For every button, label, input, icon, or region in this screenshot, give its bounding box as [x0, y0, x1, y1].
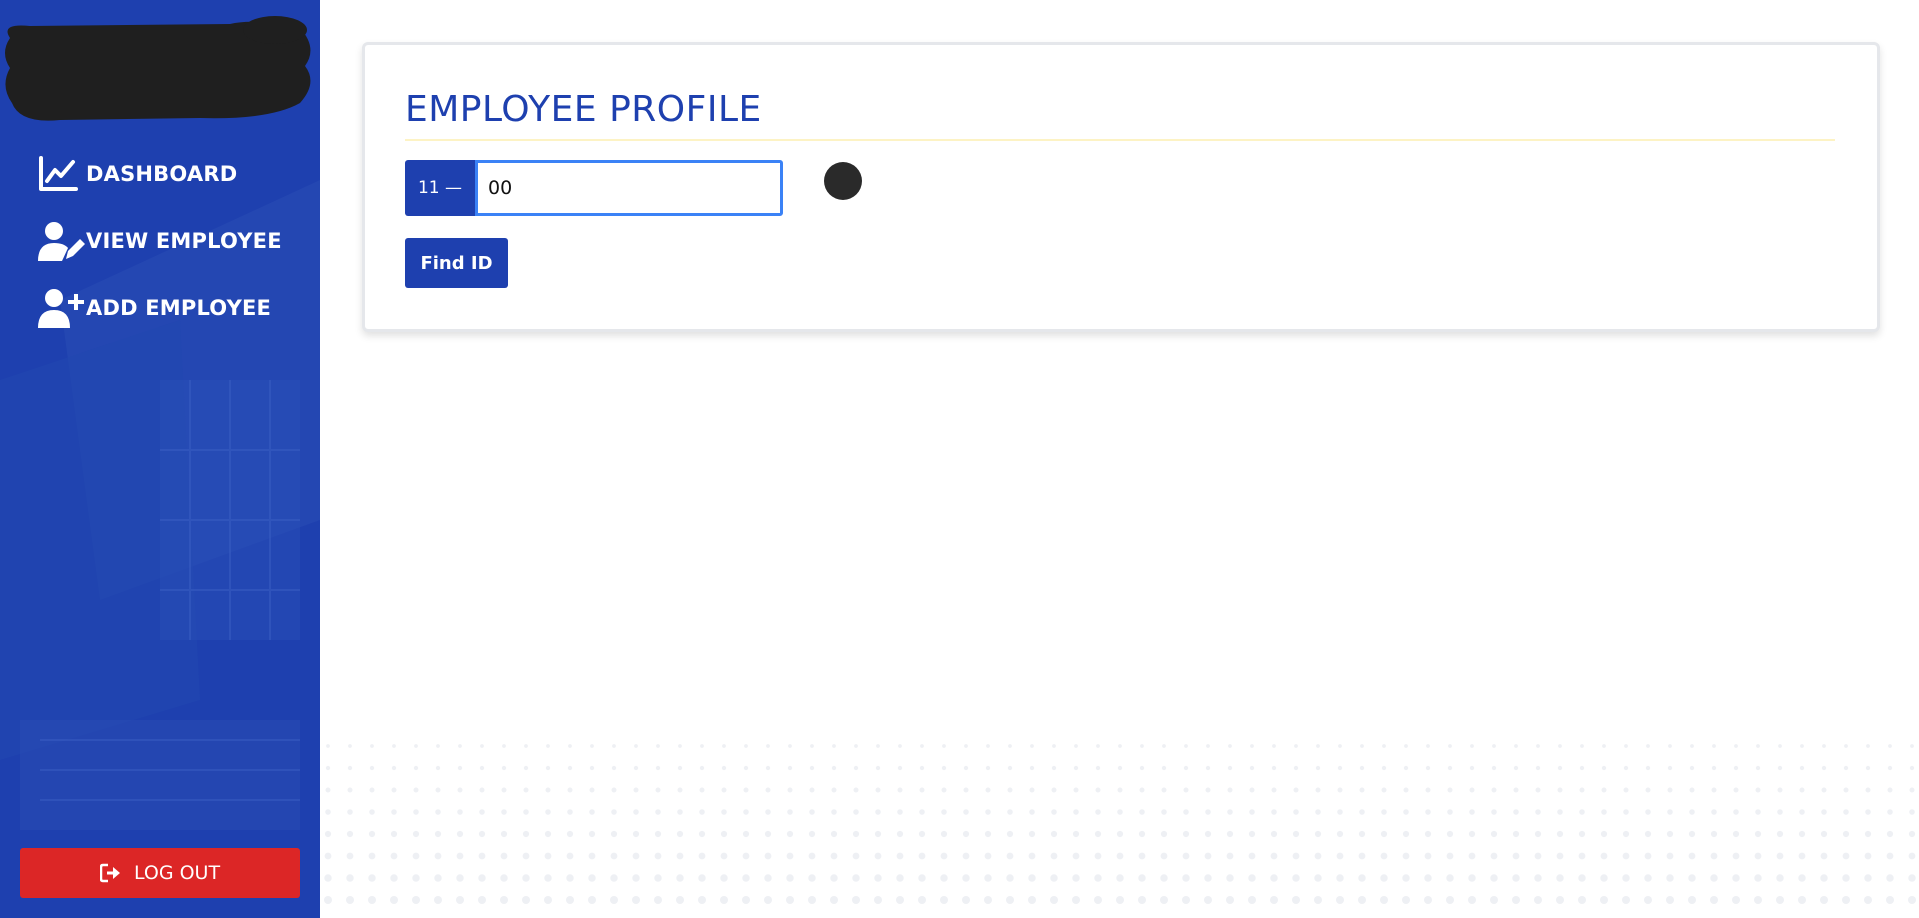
sign-out-icon [99, 863, 122, 883]
employee-id-group: 11 — [405, 160, 783, 216]
main-content: EMPLOYEE PROFILE 11 — Find ID [320, 0, 1919, 918]
employee-id-prefix: 11 — [405, 160, 475, 216]
sidebar-background-image [0, 0, 320, 918]
sidebar-item-label: VIEW EMPLOYEE [86, 229, 282, 253]
page-title: EMPLOYEE PROFILE [405, 89, 762, 130]
user-edit-icon [38, 221, 86, 261]
sidebar-item-dashboard[interactable]: DASHBOARD [38, 152, 308, 196]
sidebar-nav: DASHBOARD VIEW EMPLOYEE ADD EMPLOYEE [38, 152, 308, 353]
title-divider [405, 139, 1835, 141]
user-plus-icon [38, 288, 86, 328]
sidebar-item-label: ADD EMPLOYEE [86, 296, 272, 320]
employee-id-input[interactable] [475, 160, 783, 216]
employee-profile-card: EMPLOYEE PROFILE 11 — Find ID [362, 42, 1880, 332]
logout-button[interactable]: LOG OUT [20, 848, 300, 898]
redacted-logo [5, 16, 311, 121]
logout-label: LOG OUT [133, 862, 221, 884]
dot-pattern-background [324, 744, 1916, 904]
sidebar-item-label: DASHBOARD [86, 162, 238, 186]
sidebar-item-add-employee[interactable]: ADD EMPLOYEE [38, 286, 308, 330]
sidebar-item-view-employee[interactable]: VIEW EMPLOYEE [38, 219, 308, 263]
find-id-button[interactable]: Find ID [405, 238, 508, 288]
sidebar: DASHBOARD VIEW EMPLOYEE ADD EMPLOYEE LOG… [0, 0, 320, 918]
app-window: DASHBOARD VIEW EMPLOYEE ADD EMPLOYEE LOG… [0, 0, 1919, 918]
chart-line-icon [38, 154, 86, 194]
